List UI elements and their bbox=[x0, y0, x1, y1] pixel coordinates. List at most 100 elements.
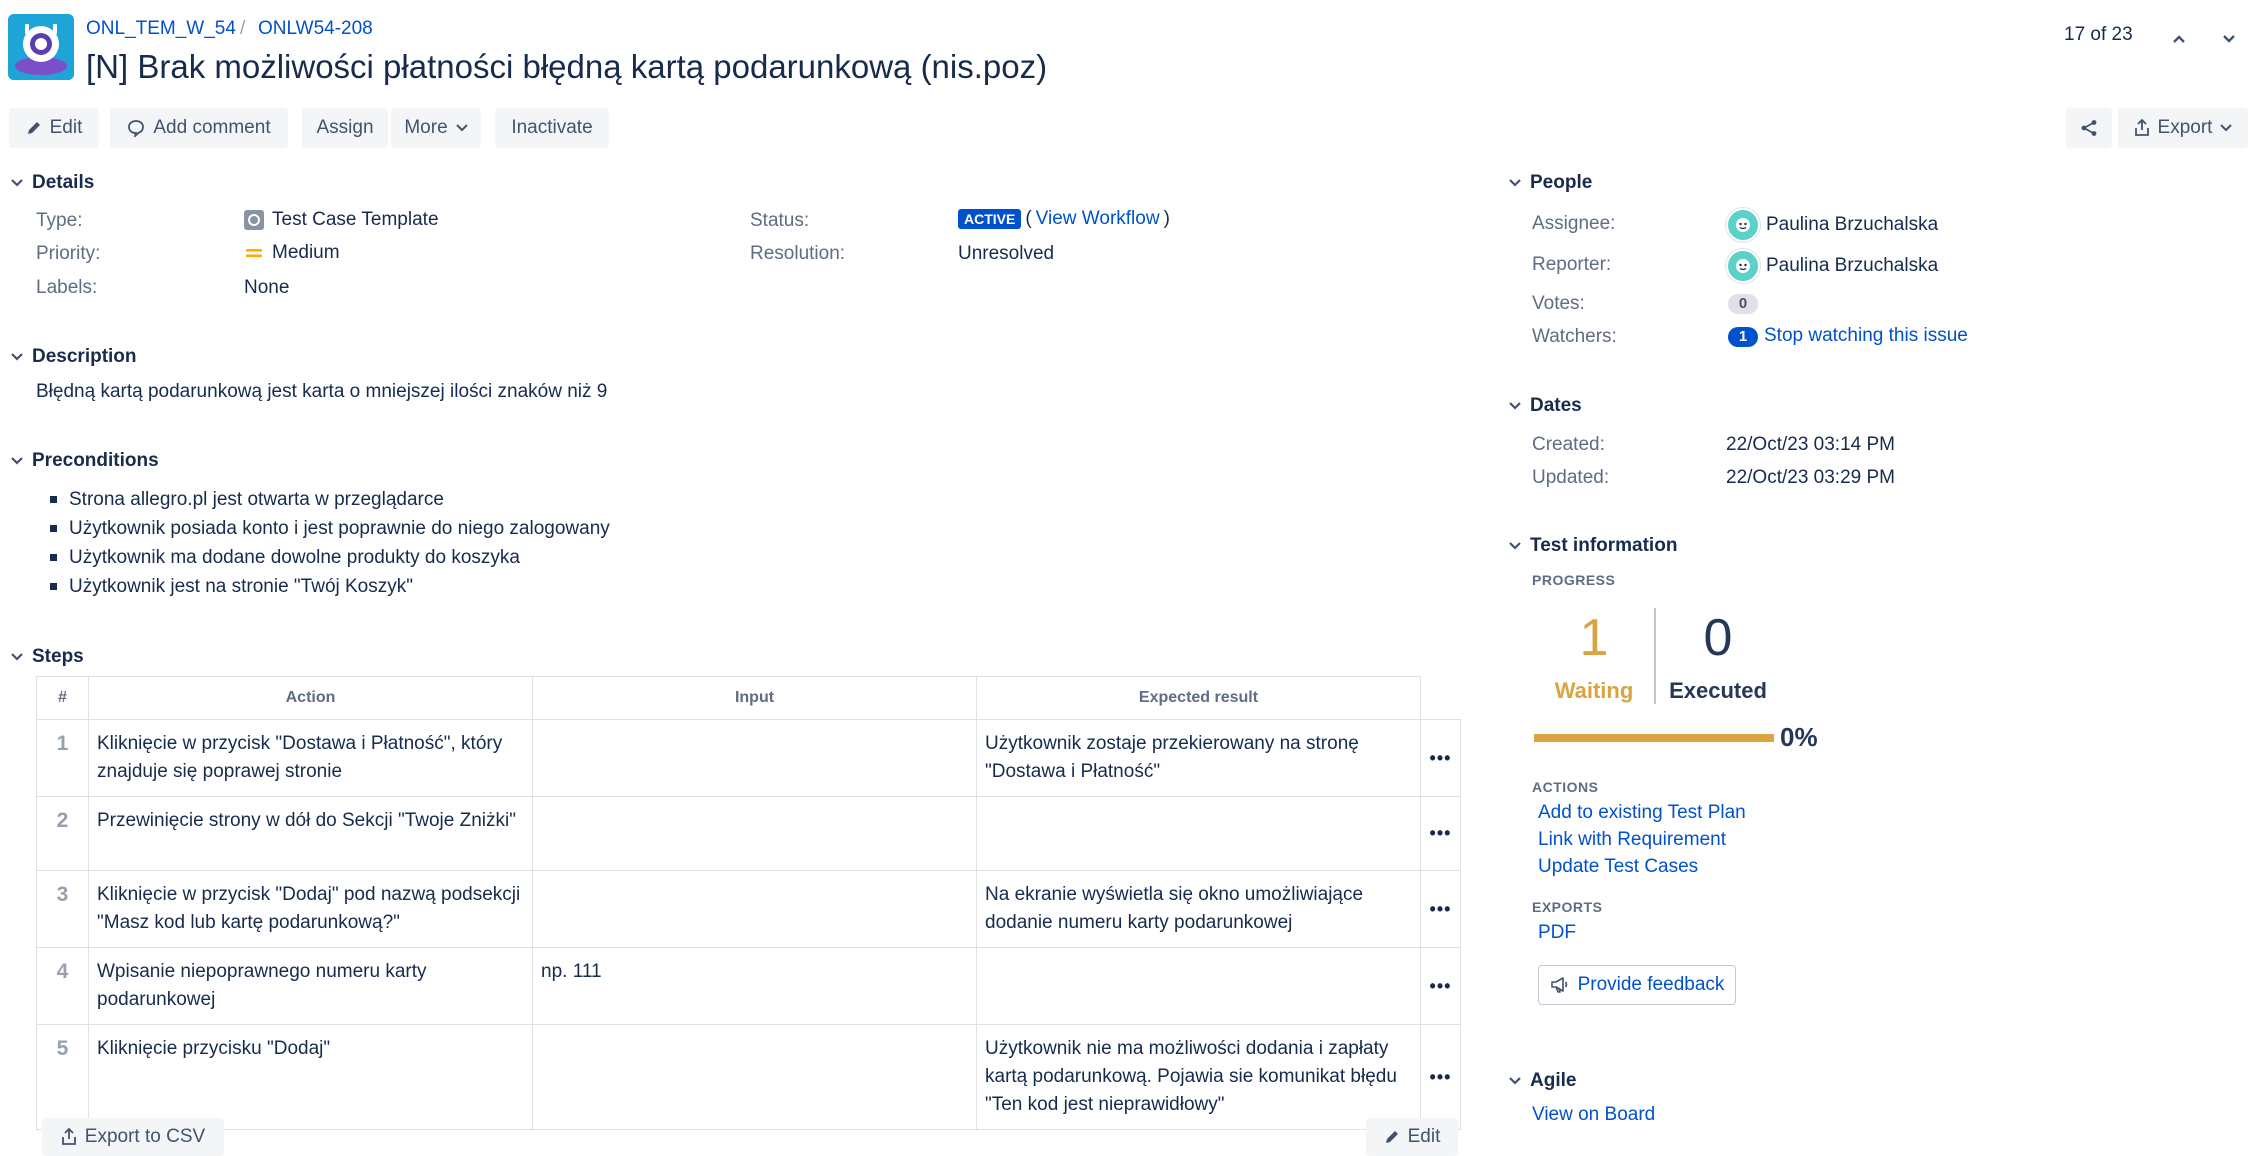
steps-edit-label: Edit bbox=[1407, 1126, 1441, 1147]
user-avatar-icon bbox=[1736, 259, 1750, 273]
description-text: Błędną kartą podarunkową jest karta o mn… bbox=[36, 381, 608, 402]
assign-button-label: Assign bbox=[316, 117, 374, 138]
update-test-cases-link[interactable]: Update Test Cases bbox=[1538, 856, 1698, 878]
comment-icon bbox=[128, 120, 145, 137]
step-input bbox=[532, 719, 977, 797]
column-header-num: # bbox=[36, 676, 89, 720]
link-with-requirement-link[interactable]: Link with Requirement bbox=[1538, 829, 1726, 851]
step-menu-button[interactable]: ••• bbox=[1420, 796, 1461, 871]
edit-button-label: Edit bbox=[49, 117, 83, 138]
priority-value: Medium bbox=[244, 242, 340, 264]
assign-button[interactable]: Assign bbox=[302, 108, 388, 148]
step-action: Kliknięcie w przycisk "Dodaj" pod nazwą … bbox=[88, 870, 533, 948]
issue-title: [N] Brak możliwości płatności błędną kar… bbox=[86, 48, 1048, 85]
details-section-toggle[interactable]: Details bbox=[10, 172, 94, 194]
more-icon: ••• bbox=[1429, 975, 1452, 996]
chevron-up-icon bbox=[2173, 35, 2185, 43]
progress-bar-waiting-fill bbox=[1534, 734, 1774, 742]
step-number: 4 bbox=[36, 947, 89, 1025]
assignee-label: Assignee: bbox=[1532, 213, 1616, 234]
column-header-action: Action bbox=[88, 676, 533, 720]
chevron-down-icon bbox=[1509, 542, 1521, 550]
table-row: 4 Wpisanie niepoprawnego numeru karty po… bbox=[36, 947, 1461, 1025]
step-menu-button[interactable]: ••• bbox=[1420, 870, 1461, 948]
votes-count[interactable]: 0 bbox=[1728, 294, 1758, 314]
breadcrumb-project[interactable]: ONL_TEM_W_54 bbox=[86, 18, 236, 40]
created-label: Created: bbox=[1532, 434, 1605, 455]
more-icon: ••• bbox=[1429, 823, 1452, 843]
project-avatar[interactable] bbox=[8, 14, 74, 80]
view-on-board-link[interactable]: View on Board bbox=[1532, 1104, 1655, 1126]
edit-button[interactable]: Edit bbox=[9, 108, 99, 148]
status-lozenge: ACTIVE bbox=[958, 209, 1022, 229]
inactivate-button[interactable]: Inactivate bbox=[495, 108, 609, 148]
exports-heading: EXPORTS bbox=[1532, 899, 1603, 915]
column-header-menu bbox=[1420, 676, 1461, 720]
pencil-icon bbox=[27, 122, 40, 134]
step-number: 3 bbox=[36, 870, 89, 948]
list-item: Użytkownik ma dodane dowolne produkty do… bbox=[36, 543, 610, 572]
chevron-down-icon bbox=[2223, 35, 2235, 43]
step-input bbox=[532, 1024, 977, 1130]
test-information-section-toggle[interactable]: Test information bbox=[1508, 535, 1677, 557]
add-to-test-plan-link[interactable]: Add to existing Test Plan bbox=[1538, 802, 1746, 824]
stop-watching-link[interactable]: Stop watching this issue bbox=[1764, 325, 1968, 347]
chevron-down-icon bbox=[11, 179, 23, 187]
previous-issue-button[interactable] bbox=[2164, 26, 2194, 52]
export-button-label: Export bbox=[2157, 117, 2213, 138]
avatar bbox=[1726, 208, 1760, 242]
list-item: Użytkownik jest na stronie "Twój Koszyk" bbox=[36, 572, 610, 601]
more-icon: ••• bbox=[1429, 747, 1452, 768]
workflow-close-paren: ) bbox=[1163, 208, 1170, 229]
priority-medium-icon bbox=[246, 249, 262, 258]
add-comment-button[interactable]: Add comment bbox=[110, 108, 288, 148]
column-header-expected: Expected result bbox=[976, 676, 1421, 720]
step-menu-button[interactable]: ••• bbox=[1420, 947, 1461, 1025]
assignee-value[interactable]: Paulina Brzuchalska bbox=[1726, 208, 1938, 242]
dates-heading: Dates bbox=[1530, 395, 1582, 416]
progress-percent: 0% bbox=[1780, 722, 1818, 752]
created-value: 22/Oct/23 03:14 PM bbox=[1726, 434, 1895, 455]
provide-feedback-label: Provide feedback bbox=[1577, 974, 1725, 995]
people-section-toggle[interactable]: People bbox=[1508, 172, 1592, 194]
step-input: np. 111 bbox=[532, 947, 977, 1025]
list-item: Użytkownik posiada konto i jest poprawni… bbox=[36, 514, 610, 543]
type-label: Type: bbox=[36, 210, 83, 231]
step-menu-button[interactable]: ••• bbox=[1420, 719, 1461, 797]
add-comment-button-label: Add comment bbox=[153, 117, 271, 138]
steps-edit-button[interactable]: Edit bbox=[1366, 1118, 1458, 1156]
agile-heading: Agile bbox=[1530, 1070, 1577, 1091]
step-action: Kliknięcie w przycisk "Dostawa i Płatnoś… bbox=[88, 719, 533, 797]
reporter-value[interactable]: Paulina Brzuchalska bbox=[1726, 249, 1938, 283]
description-heading: Description bbox=[32, 346, 137, 367]
watchers-count[interactable]: 1 bbox=[1728, 327, 1758, 347]
more-button[interactable]: More bbox=[391, 108, 481, 148]
provide-feedback-button[interactable]: Provide feedback bbox=[1538, 965, 1736, 1005]
export-pdf-link[interactable]: PDF bbox=[1538, 922, 1576, 944]
step-menu-button[interactable]: ••• bbox=[1420, 1024, 1461, 1130]
resolution-label: Resolution: bbox=[750, 243, 846, 264]
steps-section-toggle[interactable]: Steps bbox=[10, 646, 84, 668]
chevron-down-icon bbox=[1509, 1077, 1521, 1085]
agile-section-toggle[interactable]: Agile bbox=[1508, 1070, 1576, 1092]
description-section-toggle[interactable]: Description bbox=[10, 346, 137, 368]
test-information-heading: Test information bbox=[1530, 535, 1678, 556]
list-item: Strona allegro.pl jest otwarta w przeglą… bbox=[36, 485, 610, 514]
chevron-down-icon bbox=[1509, 402, 1521, 410]
steps-table-header: # Action Input Expected result bbox=[36, 676, 1461, 720]
export-to-csv-button[interactable]: Export to CSV bbox=[42, 1118, 224, 1156]
step-number: 1 bbox=[36, 719, 89, 797]
table-row: 1 Kliknięcie w przycisk "Dostawa i Płatn… bbox=[36, 719, 1461, 797]
share-button[interactable] bbox=[2066, 108, 2112, 148]
preconditions-section-toggle[interactable]: Preconditions bbox=[10, 450, 159, 472]
export-button[interactable]: Export bbox=[2118, 108, 2248, 148]
view-workflow-link[interactable]: View Workflow bbox=[1036, 208, 1160, 230]
labels-value: None bbox=[244, 277, 290, 298]
breadcrumb-issue-key[interactable]: ONLW54-208 bbox=[258, 18, 373, 40]
dates-section-toggle[interactable]: Dates bbox=[1508, 395, 1582, 417]
export-icon bbox=[61, 1128, 76, 1145]
votes-label: Votes: bbox=[1532, 293, 1585, 314]
next-issue-button[interactable] bbox=[2214, 26, 2244, 52]
step-action: Wpisanie niepoprawnego numeru karty poda… bbox=[88, 947, 533, 1025]
step-expected: Użytkownik nie ma możliwości dodania i z… bbox=[976, 1024, 1421, 1130]
